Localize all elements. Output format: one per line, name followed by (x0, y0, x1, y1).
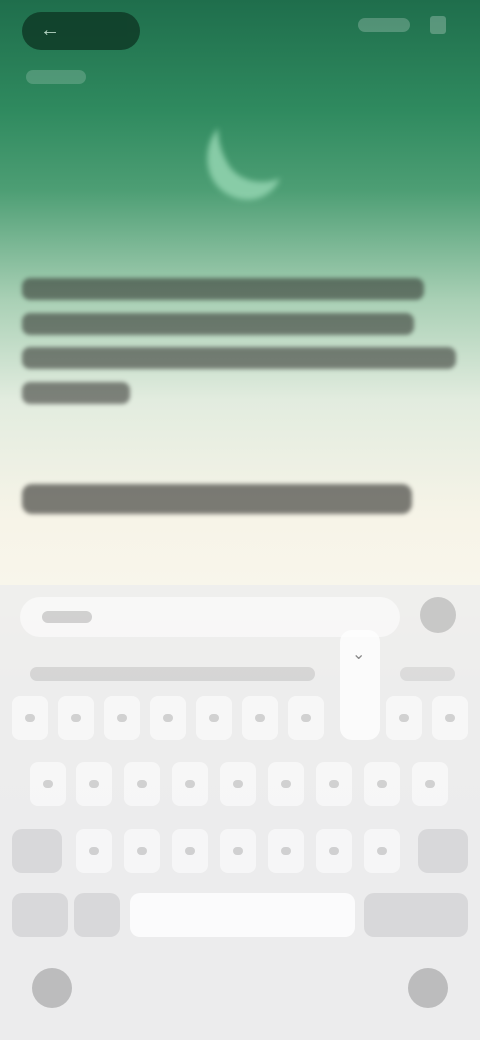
keyboard-key[interactable] (288, 696, 324, 740)
headline (22, 484, 412, 514)
keyboard-key[interactable] (76, 762, 112, 806)
app-screen: ← ⌄ (0, 0, 480, 1040)
mic-icon[interactable] (408, 968, 448, 1008)
keyboard-key[interactable] (268, 829, 304, 873)
numbers-key[interactable] (12, 893, 68, 937)
moon-icon (207, 128, 280, 200)
keyboard (0, 585, 480, 1040)
keyboard-key[interactable] (150, 696, 186, 740)
space-key[interactable] (130, 893, 355, 937)
keyboard-key[interactable] (412, 762, 448, 806)
arrow-left-icon: ← (40, 19, 60, 41)
status-bar: ← (0, 0, 480, 60)
input-placeholder (42, 611, 92, 623)
keyboard-key[interactable] (30, 762, 66, 806)
shift-key[interactable] (12, 829, 62, 873)
keyboard-key[interactable] (316, 829, 352, 873)
keyboard-key[interactable] (12, 696, 48, 740)
text-line (22, 313, 414, 335)
keyboard-key[interactable] (124, 829, 160, 873)
text-line (22, 382, 130, 404)
keyboard-key[interactable] (242, 696, 278, 740)
keyboard-key[interactable] (76, 829, 112, 873)
suggestion-strip[interactable] (30, 667, 315, 681)
header-sub-label (26, 70, 86, 84)
status-text (358, 18, 410, 32)
keyboard-key[interactable] (432, 696, 468, 740)
text-line (22, 278, 424, 300)
keyboard-key[interactable] (220, 762, 256, 806)
send-button[interactable] (420, 597, 456, 633)
keyboard-key[interactable] (196, 696, 232, 740)
suggestion-strip-right[interactable] (400, 667, 455, 681)
chevron-down-icon: ⌄ (352, 646, 366, 663)
keyboard-key[interactable] (172, 762, 208, 806)
backspace-key[interactable] (418, 829, 468, 873)
keyboard-key[interactable] (220, 829, 256, 873)
keyboard-key[interactable] (364, 762, 400, 806)
keyboard-key[interactable] (172, 829, 208, 873)
keyboard-key[interactable] (104, 696, 140, 740)
keyboard-key[interactable] (58, 696, 94, 740)
keyboard-key[interactable] (316, 762, 352, 806)
emoji-key[interactable] (74, 893, 120, 937)
keyboard-key[interactable] (124, 762, 160, 806)
return-key[interactable] (364, 893, 468, 937)
keyboard-key[interactable] (268, 762, 304, 806)
keyboard-key[interactable] (386, 696, 422, 740)
keyboard-key[interactable] (364, 829, 400, 873)
text-line (22, 347, 456, 369)
back-button[interactable]: ← (22, 12, 140, 50)
battery-icon (430, 16, 446, 34)
keyboard-collapse-handle[interactable]: ⌄ (340, 630, 380, 740)
globe-icon[interactable] (32, 968, 72, 1008)
